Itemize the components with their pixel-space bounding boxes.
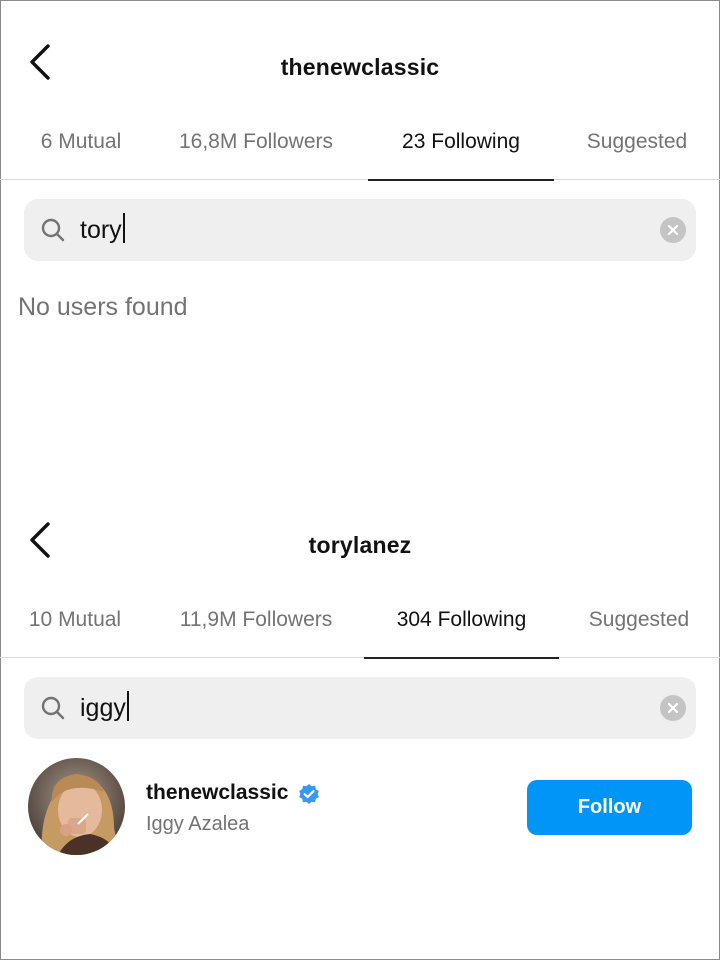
clear-icon: [667, 702, 679, 714]
text-caret: [126, 691, 129, 721]
follow-button[interactable]: Follow: [527, 780, 692, 835]
tab-following[interactable]: 23 Following: [368, 120, 554, 181]
search-icon: [41, 218, 65, 242]
tab-suggested[interactable]: Suggested: [570, 120, 704, 180]
avatar[interactable]: [28, 758, 125, 855]
username[interactable]: thenewclassic: [146, 781, 288, 805]
page-title: torylanez: [308, 532, 412, 558]
full-name: Iggy Azalea: [146, 813, 250, 835]
page-title: thenewclassic: [280, 54, 440, 80]
empty-results-message: No users found: [18, 293, 188, 321]
tab-mutual[interactable]: 10 Mutual: [8, 598, 142, 658]
clear-search-button[interactable]: [660, 695, 686, 721]
tab-bar: 10 Mutual 11,9M Followers 304 Following …: [0, 598, 720, 659]
tab-mutual[interactable]: 6 Mutual: [10, 120, 152, 180]
search-bar[interactable]: tory: [24, 199, 696, 261]
tab-suggested[interactable]: Suggested: [572, 598, 706, 658]
following-panel-torylanez: torylanez 10 Mutual 11,9M Followers 304 …: [0, 478, 720, 960]
search-icon: [41, 696, 65, 720]
search-input-value: tory: [80, 216, 122, 244]
verified-badge-icon: [299, 784, 319, 804]
search-bar[interactable]: iggy: [24, 677, 696, 739]
profile-photo: [28, 758, 125, 855]
clear-search-button[interactable]: [660, 217, 686, 243]
clear-icon: [667, 224, 679, 236]
tab-followers[interactable]: 11,9M Followers: [160, 598, 352, 658]
search-input-value: iggy: [80, 694, 126, 722]
tab-bar: 6 Mutual 16,8M Followers 23 Following Su…: [0, 120, 720, 181]
tab-followers[interactable]: 16,8M Followers: [160, 120, 352, 180]
search-input[interactable]: iggy: [80, 691, 129, 725]
text-caret: [122, 213, 125, 243]
search-input[interactable]: tory: [80, 213, 125, 247]
following-panel-thenewclassic: thenewclassic 6 Mutual 16,8M Followers 2…: [0, 0, 720, 480]
tab-following[interactable]: 304 Following: [364, 598, 559, 659]
user-list-item[interactable]: thenewclassic Iggy Azalea Follow: [0, 758, 720, 858]
